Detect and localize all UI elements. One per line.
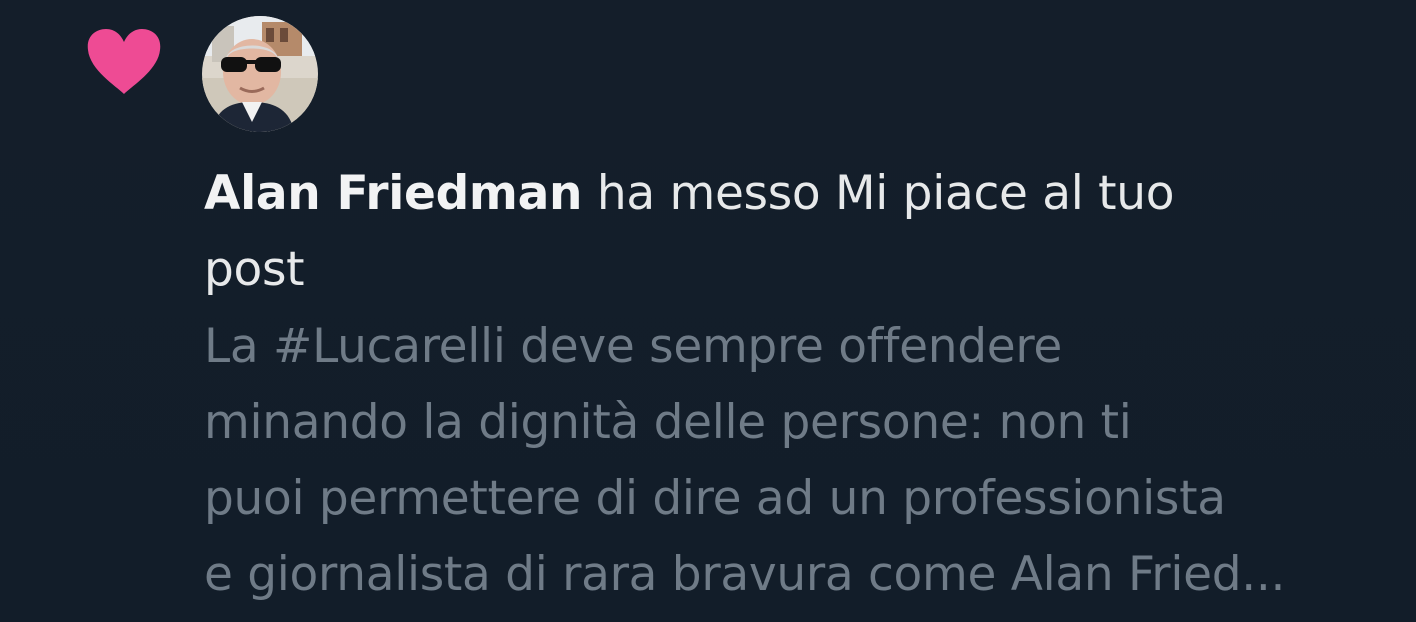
avatar-photo	[202, 16, 318, 132]
action-text: ha messo Mi piace al tuo	[582, 166, 1175, 221]
notification-headline[interactable]: Alan Friedman ha messo Mi piace al tuo p…	[204, 156, 1364, 308]
avatar[interactable]	[202, 16, 318, 132]
actor-name[interactable]: Alan Friedman	[204, 166, 582, 221]
post-preview[interactable]: La #Lucarelli deve sempre offendere mina…	[204, 309, 1394, 613]
post-preview-line-2: minando la dignità delle persone: non ti	[204, 395, 1132, 450]
post-preview-line-4: e giornalista di rara bravura come Alan …	[204, 547, 1286, 602]
headline-line-1: Alan Friedman ha messo Mi piace al tuo	[204, 156, 1364, 232]
like-notification[interactable]: Alan Friedman ha messo Mi piace al tuo p…	[0, 0, 1416, 622]
post-preview-line-1: La #Lucarelli deve sempre offendere	[204, 319, 1063, 374]
post-preview-line-3: puoi permettere di dire ad un profession…	[204, 471, 1226, 526]
headline-line-2: post	[204, 242, 305, 297]
heart-icon	[87, 29, 161, 94]
